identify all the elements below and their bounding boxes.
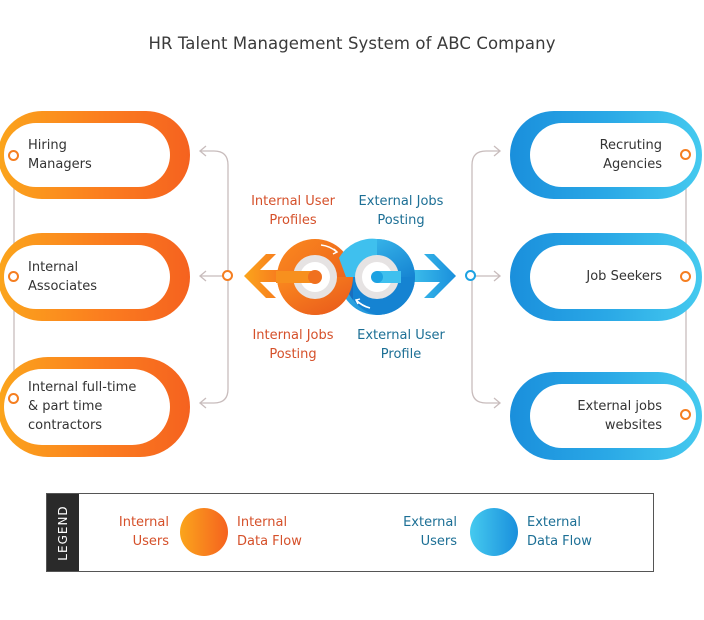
contractors-node [8,393,19,404]
legend-internal-data-flow: Internal Data Flow [237,515,302,549]
external-user-recruiting-agencies: Recruting Agencies [510,111,702,199]
recruiting-agencies-node [680,149,691,160]
label-external-jobs-posting: External Jobs Posting [358,194,444,228]
label-external-user-profile: External User Profile [357,328,445,362]
legend-tab: LEGEND [47,494,79,571]
internal-associates-node [8,271,19,282]
legend-internal-swatch [180,508,228,556]
internal-junction-node [222,270,233,281]
label-internal-jobs-posting: Internal Jobs Posting [252,328,334,362]
legend-internal-users: Internal Users [118,515,169,549]
internal-user-associates: Internal Associates [0,233,190,321]
internal-user-hiring-managers: Hiring Managers [0,111,190,199]
legend: LEGEND Internal Users Internal Data Flow E… [46,493,654,572]
right-bracket [471,150,500,404]
legend-external-data-flow: External Data Flow [527,515,592,549]
hiring-managers-node [8,150,19,161]
external-junction-node [465,270,476,281]
internal-center-dot [308,270,322,284]
external-websites-node [680,409,691,420]
data-flow-graphic [244,238,456,315]
legend-external-swatch [470,508,518,556]
external-user-job-seekers: Job Seekers [510,233,702,321]
label-internal-user-profiles: Internal User Profiles [251,194,335,228]
legend-external-users: External Users [403,515,457,549]
external-user-job-websites: External jobs websites [510,372,702,460]
external-center-dot [371,271,383,283]
job-seekers-node [680,271,691,282]
internal-user-contractors: Internal full-time & part time contracto… [0,357,190,457]
